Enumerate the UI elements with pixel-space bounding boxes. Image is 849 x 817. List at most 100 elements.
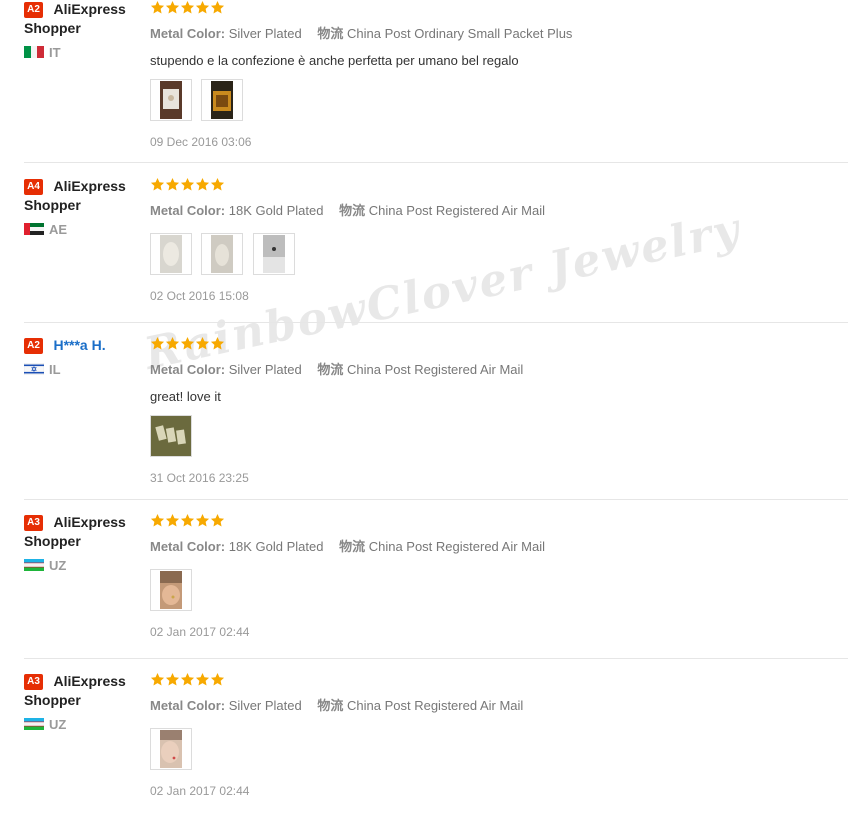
reviewer-name-line2: Shopper (24, 692, 81, 708)
reviewer-country: IT (24, 45, 142, 60)
shipping-method: China Post Registered Air Mail (347, 362, 524, 377)
shipping-label: 物流 (317, 698, 344, 713)
reviewer-name: AliExpress (53, 514, 126, 530)
metal-color-value: Silver Plated (228, 698, 302, 713)
review-text: great! love it (150, 389, 221, 404)
review-photo-thumbnail[interactable] (150, 569, 192, 611)
review-photos (150, 233, 840, 275)
order-attributes: Metal Color: Silver Plated 物流 China Post… (150, 695, 840, 714)
reviewer-name-line2: Shopper (24, 20, 81, 36)
shipping-label: 物流 (317, 26, 344, 41)
metal-color-value: 18K Gold Plated (228, 203, 324, 218)
review-date: 09 Dec 2016 03:06 (150, 135, 252, 149)
star-icon (195, 336, 210, 351)
star-icon (210, 513, 225, 528)
review-date: 02 Jan 2017 02:44 (150, 784, 250, 798)
reviewer-name: AliExpress (53, 673, 126, 689)
country-code: IT (49, 45, 61, 60)
metal-color-value: Silver Plated (228, 26, 302, 41)
star-icon (210, 336, 225, 351)
reviewer-name[interactable]: H***a H. (53, 337, 105, 353)
star-rating (150, 336, 840, 352)
buyer-level-badge: A3 (24, 674, 43, 690)
metal-color-value: 18K Gold Plated (228, 539, 324, 554)
israel-flag-icon (23, 362, 45, 376)
star-icon (210, 0, 225, 15)
metal-color-label: Metal Color: (150, 26, 226, 41)
star-icon (195, 672, 210, 687)
star-icon (150, 513, 165, 528)
star-icon (180, 0, 195, 15)
shipping-method: China Post Registered Air Mail (368, 539, 546, 554)
metal-color-value: Silver Plated (228, 362, 302, 377)
uzbekistan-flag-icon (24, 559, 44, 571)
review-date: 31 Oct 2016 23:25 (150, 471, 249, 485)
star-rating (150, 0, 840, 16)
review-content: Metal Color: 18K Gold Plated 物流 China Po… (150, 513, 840, 639)
country-code: IL (49, 362, 61, 377)
review-photo-thumbnail[interactable] (150, 415, 192, 457)
uae-flag-icon (24, 223, 44, 235)
metal-color-label: Metal Color: (150, 539, 226, 554)
shipping-method: China Post Ordinary Small Packet Plus (347, 26, 573, 41)
country-code: UZ (49, 717, 67, 732)
star-icon (180, 177, 195, 192)
star-icon (195, 177, 210, 192)
star-icon (165, 336, 180, 351)
star-icon (165, 0, 180, 15)
star-icon (180, 672, 195, 687)
reviewer-name-line2: Shopper (24, 197, 81, 213)
reviewer-country: UZ (24, 717, 142, 732)
buyer-level-badge: A4 (24, 179, 43, 195)
review-photos (150, 569, 840, 611)
reviewer-country: AE (24, 222, 142, 237)
review-content: Metal Color: Silver Plated 物流 China Post… (150, 336, 840, 485)
metal-color-label: Metal Color: (150, 698, 226, 713)
reviewer-info: A3 AliExpress Shopper UZ (24, 672, 142, 732)
country-code: AE (49, 222, 68, 237)
star-icon (165, 672, 180, 687)
shipping-method: China Post Registered Air Mail (347, 698, 524, 713)
star-rating (150, 513, 840, 529)
review-photo-thumbnail[interactable] (201, 79, 244, 121)
order-attributes: Metal Color: Silver Plated 物流 China Post… (150, 359, 840, 378)
reviewer-country: IL (23, 362, 142, 377)
reviewer-info: A4 AliExpress Shopper AE (24, 177, 142, 237)
reviewer-name: AliExpress (53, 178, 126, 194)
review-date: 02 Oct 2016 15:08 (150, 289, 249, 303)
review-photo-thumbnail[interactable] (201, 233, 244, 275)
review-item: A2 H***a H. IL Metal Color: Silver Plate… (23, 336, 848, 500)
order-attributes: Metal Color: 18K Gold Plated 物流 China Po… (150, 536, 840, 555)
review-item: A2 AliExpress Shopper IT Metal Color: Si… (24, 0, 848, 163)
reviewer-country: UZ (24, 558, 142, 573)
metal-color-label: Metal Color: (150, 203, 226, 218)
reviewer-info: A2 AliExpress Shopper IT (24, 0, 142, 60)
review-content: Metal Color: 18K Gold Plated 物流 China Po… (150, 177, 840, 303)
review-content: Metal Color: Silver Plated 物流 China Post… (150, 672, 840, 798)
star-icon (195, 0, 210, 15)
reviewer-info: A2 H***a H. IL (23, 336, 142, 377)
review-photo-thumbnail[interactable] (150, 233, 192, 275)
review-photos (150, 79, 840, 121)
reviewer-name-line2: Shopper (24, 533, 81, 549)
order-attributes: Metal Color: 18K Gold Plated 物流 China Po… (150, 200, 840, 219)
review-photo-thumbnail[interactable] (150, 728, 192, 770)
review-photo-thumbnail[interactable] (150, 79, 192, 121)
review-text: stupendo e la confezione è anche perfett… (150, 53, 519, 68)
star-icon (150, 672, 165, 687)
star-icon (150, 177, 165, 192)
reviewer-name: AliExpress (53, 1, 126, 17)
review-date: 02 Jan 2017 02:44 (150, 625, 250, 639)
italy-flag-icon (24, 46, 44, 58)
star-icon (195, 513, 210, 528)
star-icon (165, 513, 180, 528)
review-photo-thumbnail[interactable] (252, 233, 295, 275)
star-rating (150, 672, 840, 688)
star-icon (165, 177, 180, 192)
review-content: Metal Color: Silver Plated 物流 China Post… (150, 0, 840, 149)
shipping-label: 物流 (339, 203, 366, 218)
country-code: UZ (49, 558, 67, 573)
shipping-method: China Post Registered Air Mail (368, 203, 546, 218)
metal-color-label: Metal Color: (150, 362, 226, 377)
review-photos (150, 728, 840, 770)
